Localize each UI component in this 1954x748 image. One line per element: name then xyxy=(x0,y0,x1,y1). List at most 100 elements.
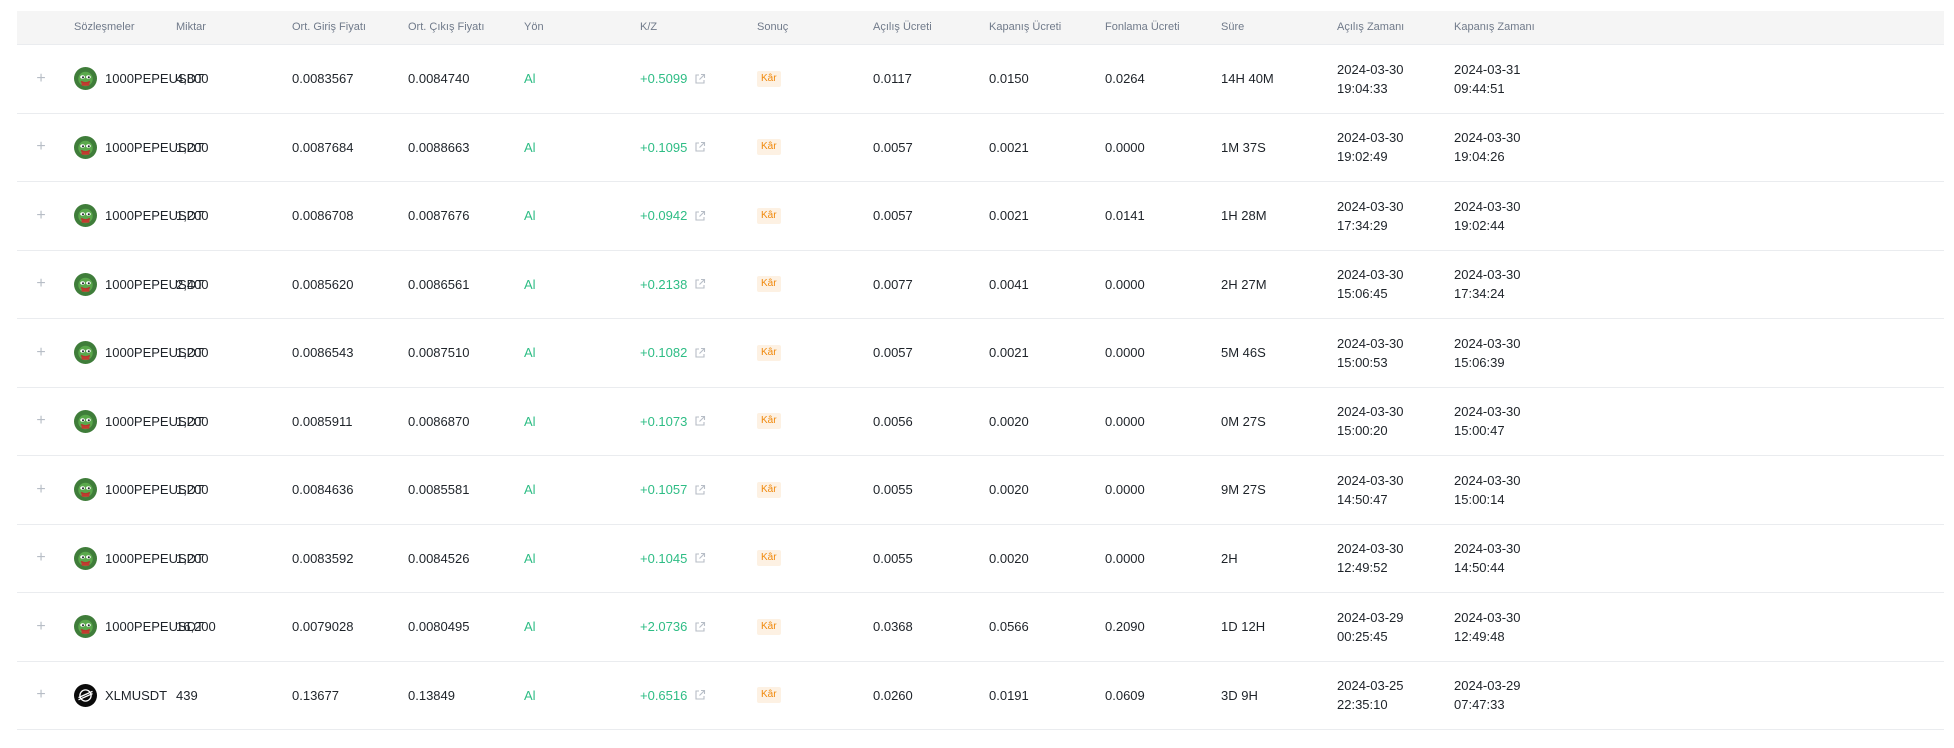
avg-entry-price-cell: 0.0083567 xyxy=(292,71,354,87)
result-badge: Kâr xyxy=(757,207,781,224)
close-fee-cell: 0.0150 xyxy=(989,71,1029,87)
quantity-cell: 1,200 xyxy=(176,208,209,224)
table-row: + 1000PEPEUSDT 2,400 0.0085620 0.0086561… xyxy=(17,251,1944,319)
column-header-avg-exit-price: Ort. Çıkış Fiyatı xyxy=(408,21,485,33)
result-cell: Kâr xyxy=(757,456,781,524)
close-clock: 17:34:24 xyxy=(1454,286,1505,302)
close-time-cell: 2024-03-30 15:06:39 xyxy=(1454,319,1521,387)
close-time-cell: 2024-03-30 17:34:24 xyxy=(1454,251,1521,319)
funding-fee-cell: 0.2090 xyxy=(1105,619,1145,635)
quantity-cell: 4,800 xyxy=(176,71,209,87)
funding-fee-cell: 0.0264 xyxy=(1105,71,1145,87)
pnl-value: +0.1095 xyxy=(640,139,688,155)
expand-row-button[interactable]: + xyxy=(34,114,48,182)
funding-fee-cell: 0.0609 xyxy=(1105,687,1145,703)
duration-cell: 3D 9H xyxy=(1221,687,1258,703)
open-clock: 15:06:45 xyxy=(1337,286,1388,302)
open-time-cell: 2024-03-30 19:04:33 xyxy=(1337,45,1404,113)
external-link-icon[interactable] xyxy=(694,484,706,496)
open-date: 2024-03-30 xyxy=(1337,198,1404,214)
result-cell: Kâr xyxy=(757,593,781,661)
funding-fee-cell: 0.0000 xyxy=(1105,345,1145,361)
contract-symbol: XLMUSDT xyxy=(105,687,168,703)
duration-cell: 0M 27S xyxy=(1221,413,1266,429)
side-cell: Al xyxy=(524,550,536,566)
duration-cell: 2H xyxy=(1221,550,1238,566)
external-link-icon[interactable] xyxy=(694,689,706,701)
expand-row-button[interactable]: + xyxy=(34,456,48,524)
open-date: 2024-03-30 xyxy=(1337,335,1404,351)
external-link-icon[interactable] xyxy=(694,278,706,290)
expand-row-button[interactable]: + xyxy=(34,593,48,661)
avg-entry-price-cell: 0.0087684 xyxy=(292,139,354,155)
table-row: + 1000PEPEUSDT 1,200 0.0084636 0.0085581… xyxy=(17,456,1944,525)
close-fee-cell: 0.0566 xyxy=(989,619,1029,635)
external-link-icon[interactable] xyxy=(694,347,706,359)
pnl-cell: +0.1082 xyxy=(640,319,706,387)
close-clock: 19:04:26 xyxy=(1454,149,1505,165)
close-time-cell: 2024-03-30 15:00:47 xyxy=(1454,388,1521,456)
quantity-cell: 1,200 xyxy=(176,482,209,498)
open-clock: 12:49:52 xyxy=(1337,560,1388,576)
open-fee-cell: 0.0055 xyxy=(873,550,913,566)
pnl-value: +0.1045 xyxy=(640,550,688,566)
result-badge: Kâr xyxy=(757,481,781,498)
external-link-icon[interactable] xyxy=(694,73,706,85)
close-time-cell: 2024-03-31 09:44:51 xyxy=(1454,45,1521,113)
external-link-icon[interactable] xyxy=(694,210,706,222)
avg-entry-price-cell: 0.0079028 xyxy=(292,619,354,635)
quantity-cell: 1,200 xyxy=(176,345,209,361)
pnl-cell: +0.6516 xyxy=(640,662,706,730)
expand-row-button[interactable]: + xyxy=(34,388,48,456)
external-link-icon[interactable] xyxy=(694,552,706,564)
open-time-cell: 2024-03-30 15:00:20 xyxy=(1337,388,1404,456)
duration-cell: 2H 27M xyxy=(1221,276,1267,292)
open-fee-cell: 0.0077 xyxy=(873,276,913,292)
external-link-icon[interactable] xyxy=(694,621,706,633)
plus-icon: + xyxy=(36,206,46,224)
open-clock: 22:35:10 xyxy=(1337,697,1388,713)
open-time-cell: 2024-03-30 19:02:49 xyxy=(1337,114,1404,182)
expand-row-button[interactable]: + xyxy=(34,662,48,730)
open-time-cell: 2024-03-30 15:00:53 xyxy=(1337,319,1404,387)
pepe-coin-icon xyxy=(74,204,97,228)
result-cell: Kâr xyxy=(757,525,781,593)
plus-icon: + xyxy=(36,343,46,361)
avg-exit-price-cell: 0.13849 xyxy=(408,687,455,703)
pepe-coin-icon xyxy=(74,478,97,502)
open-fee-cell: 0.0117 xyxy=(873,71,912,87)
close-fee-cell: 0.0021 xyxy=(989,208,1029,224)
avg-exit-price-cell: 0.0080495 xyxy=(408,619,470,635)
table-row: + 1000PEPEUSDT 1,200 0.0086708 0.0087676… xyxy=(17,182,1944,251)
plus-icon: + xyxy=(36,412,46,430)
side-cell: Al xyxy=(524,345,536,361)
expand-row-button[interactable]: + xyxy=(34,525,48,593)
duration-cell: 1H 28M xyxy=(1221,208,1267,224)
expand-row-button[interactable]: + xyxy=(34,319,48,387)
close-date: 2024-03-30 xyxy=(1454,130,1521,146)
open-fee-cell: 0.0368 xyxy=(873,619,913,635)
close-time-cell: 2024-03-29 07:47:33 xyxy=(1454,662,1521,730)
pnl-value: +0.5099 xyxy=(640,71,688,87)
avg-exit-price-cell: 0.0087676 xyxy=(408,208,470,224)
table-row: + XLMUSDT 439 0.13677 0.13849 Al +0.6516 xyxy=(17,662,1944,730)
open-fee-cell: 0.0057 xyxy=(873,139,913,155)
avg-exit-price-cell: 0.0088663 xyxy=(408,139,470,155)
close-clock: 12:49:48 xyxy=(1454,628,1505,644)
external-link-icon[interactable] xyxy=(694,415,706,427)
external-link-icon[interactable] xyxy=(694,141,706,153)
plus-icon: + xyxy=(36,549,46,567)
pnl-cell: +0.2138 xyxy=(640,251,706,319)
table-row: + 1000PEPEUSDT 1,200 0.0085911 0.0086870… xyxy=(17,388,1944,456)
avg-exit-price-cell: 0.0086870 xyxy=(408,413,470,429)
expand-row-button[interactable]: + xyxy=(34,182,48,250)
quantity-cell: 2,400 xyxy=(176,276,209,292)
avg-entry-price-cell: 0.0086708 xyxy=(292,208,354,224)
column-header-duration: Süre xyxy=(1221,21,1245,33)
expand-row-button[interactable]: + xyxy=(34,45,48,113)
contract-cell: XLMUSDT xyxy=(74,662,167,730)
close-date: 2024-03-30 xyxy=(1454,609,1521,625)
expand-row-button[interactable]: + xyxy=(34,251,48,319)
pnl-value: +0.6516 xyxy=(640,687,688,703)
close-fee-cell: 0.0021 xyxy=(989,345,1029,361)
